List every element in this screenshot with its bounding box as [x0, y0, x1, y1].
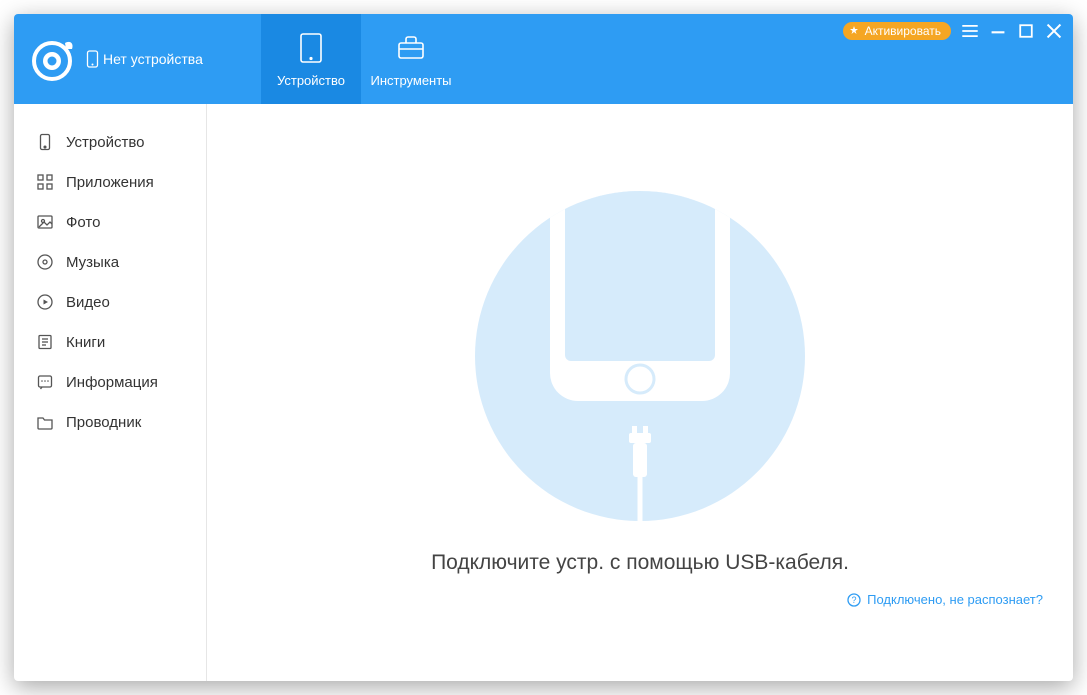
sidebar-item-info[interactable]: Информация: [14, 362, 206, 402]
app-logo-icon: [32, 37, 76, 81]
sidebar-item-explorer[interactable]: Проводник: [14, 402, 206, 442]
window-controls: Активировать: [843, 22, 1063, 40]
sidebar-item-label: Видео: [66, 294, 110, 311]
device-status-text: Нет устройства: [103, 51, 203, 67]
maximize-button[interactable]: [1017, 22, 1035, 40]
connect-illustration: Подключите устр. с помощью USB-кабеля.: [431, 191, 849, 575]
sidebar: Устройство Приложения Фото Музыка: [14, 104, 207, 681]
sidebar-item-apps[interactable]: Приложения: [14, 162, 206, 202]
menu-button[interactable]: [961, 22, 979, 40]
sidebar-item-label: Приложения: [66, 174, 154, 191]
main-pane: Подключите устр. с помощью USB-кабеля. ?…: [207, 104, 1073, 681]
help-link-text: Подключено, не распознает?: [867, 592, 1043, 607]
info-icon: [36, 373, 54, 391]
logo-zone: Нет устройства: [14, 14, 261, 104]
device-status: Нет устройства: [86, 50, 203, 68]
sidebar-item-label: Фото: [66, 214, 100, 231]
connect-prompt: Подключите устр. с помощью USB-кабеля.: [431, 551, 849, 575]
sidebar-item-label: Музыка: [66, 254, 119, 271]
sidebar-item-label: Устройство: [66, 134, 144, 151]
photo-icon: [36, 213, 54, 231]
sidebar-item-photos[interactable]: Фото: [14, 202, 206, 242]
usb-phone-icon: [475, 191, 805, 521]
body: Устройство Приложения Фото Музыка: [14, 104, 1073, 681]
tablet-icon: [294, 31, 328, 65]
svg-text:?: ?: [852, 595, 857, 605]
sidebar-item-music[interactable]: Музыка: [14, 242, 206, 282]
sidebar-item-label: Информация: [66, 374, 158, 391]
minimize-button[interactable]: [989, 22, 1007, 40]
sidebar-item-label: Проводник: [66, 414, 141, 431]
sidebar-item-label: Книги: [66, 334, 105, 351]
app-window: Нет устройства Устройство Инструменты Ак…: [14, 14, 1073, 681]
apps-icon: [36, 173, 54, 191]
toolbox-icon: [394, 31, 428, 65]
tab-device-label: Устройство: [277, 73, 345, 88]
tab-tools[interactable]: Инструменты: [361, 14, 461, 104]
close-button[interactable]: [1045, 22, 1063, 40]
folder-icon: [36, 413, 54, 431]
device-icon: [36, 133, 54, 151]
sidebar-item-video[interactable]: Видео: [14, 282, 206, 322]
tab-device[interactable]: Устройство: [261, 14, 361, 104]
book-icon: [36, 333, 54, 351]
music-icon: [36, 253, 54, 271]
tab-tools-label: Инструменты: [370, 73, 451, 88]
activate-button[interactable]: Активировать: [843, 22, 951, 40]
titlebar: Нет устройства Устройство Инструменты Ак…: [14, 14, 1073, 104]
video-icon: [36, 293, 54, 311]
sidebar-item-books[interactable]: Книги: [14, 322, 206, 362]
sidebar-item-device[interactable]: Устройство: [14, 122, 206, 162]
activate-label: Активировать: [865, 24, 941, 38]
header-tabs: Устройство Инструменты: [261, 14, 461, 104]
help-link[interactable]: ? Подключено, не распознает?: [847, 592, 1043, 607]
